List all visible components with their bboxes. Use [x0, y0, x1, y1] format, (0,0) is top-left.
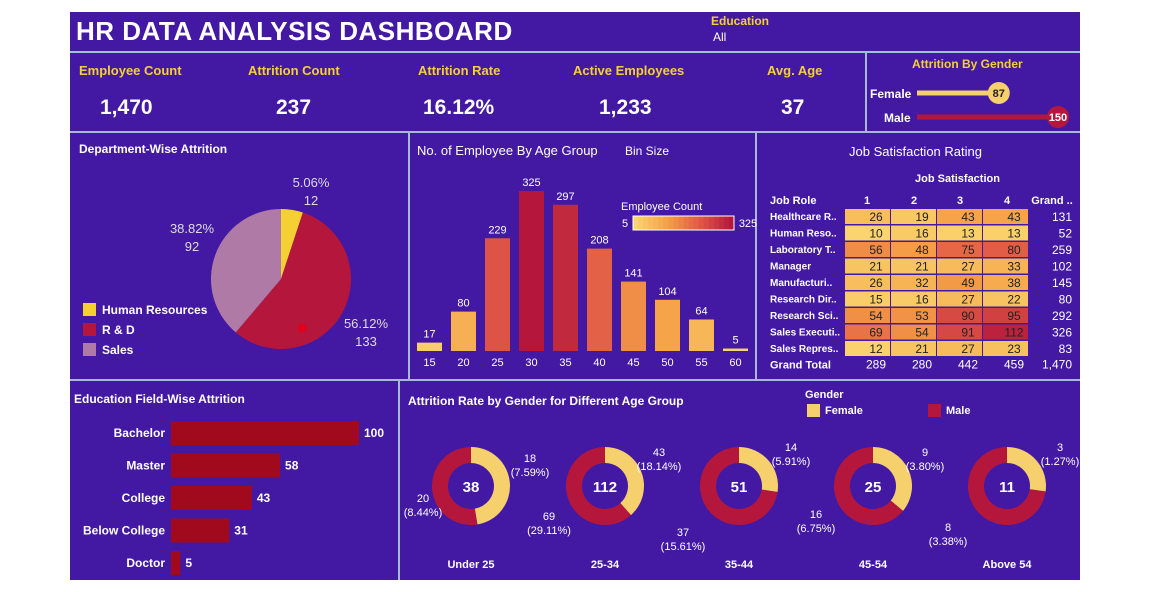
donut-center-total: 51: [731, 479, 748, 496]
donut-female-percent: (5.91%): [772, 456, 811, 468]
donut-male-percent: (6.75%): [797, 523, 836, 535]
donut-female-count: 3: [1057, 442, 1063, 454]
donut-female-percent: (18.14%): [637, 461, 682, 473]
donut-center-total: 112: [593, 479, 617, 496]
donut-male-percent: (8.44%): [404, 507, 443, 519]
donut-center-total: 38: [463, 479, 480, 496]
donut-female-percent: (3.80%): [906, 461, 945, 473]
donut-male-count: 16: [810, 509, 822, 521]
donut-male-count: 37: [677, 527, 689, 539]
donut-female-percent: (1.27%): [1041, 456, 1080, 468]
donut-male-percent: (3.38%): [929, 536, 968, 548]
donut-age-group-label: 35-44: [725, 559, 754, 571]
gender-age-donut-chart: 3818(7.59%)20(8.44%)Under 2511243(18.14%…: [404, 442, 1080, 571]
donut-female-count: 9: [922, 447, 928, 459]
donut-age-group-label: Under 25: [447, 559, 494, 571]
donut-age-group-label: 45-54: [859, 559, 888, 571]
donut-male-count: 20: [417, 493, 429, 505]
dashboard: HR DATA ANALYSIS DASHBOARD Education All…: [70, 12, 1080, 580]
donut-female-count: 43: [653, 447, 665, 459]
donut-male-percent: (15.61%): [661, 541, 706, 553]
donut-female-count: 18: [524, 453, 536, 465]
donut-female-percent: (7.59%): [511, 467, 550, 479]
donut-female-count: 14: [785, 442, 797, 454]
donut-male-percent: (29.11%): [527, 525, 571, 537]
donut-center-total: 11: [999, 479, 1015, 496]
donut-age-group-label: 25-34: [591, 559, 620, 571]
donut-male-count: 8: [945, 522, 951, 534]
donut-male-count: 69: [543, 511, 555, 523]
donut-center-total: 25: [865, 479, 882, 496]
donut-age-group-label: Above 54: [983, 559, 1033, 571]
